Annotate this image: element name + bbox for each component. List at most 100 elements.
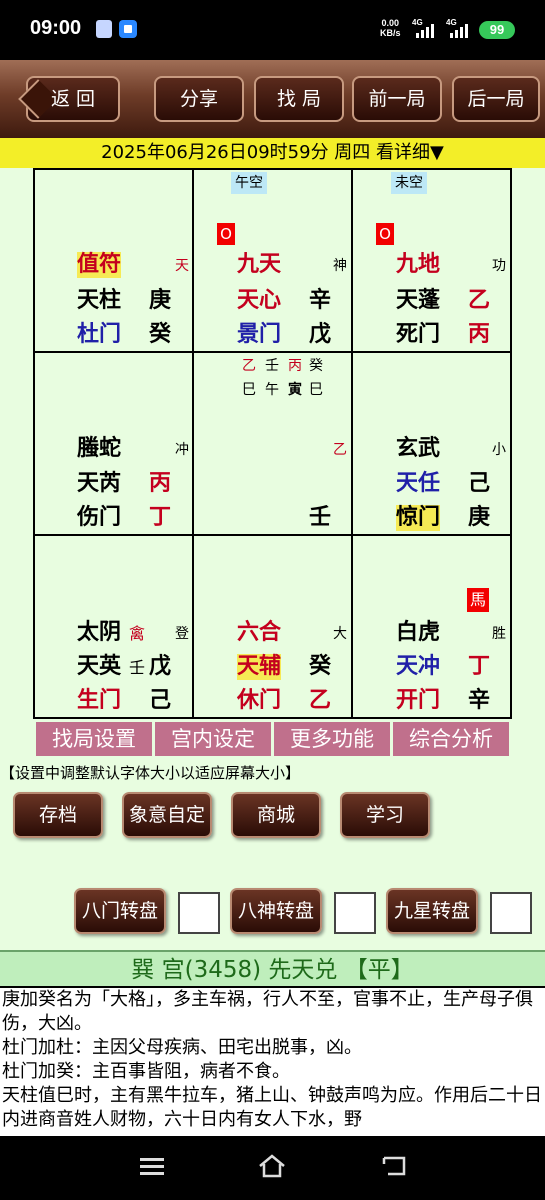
menu-icon[interactable] xyxy=(140,1158,164,1176)
menu-more-functions[interactable]: 更多功能 xyxy=(274,722,390,756)
description-line: 杜门加杜：主因父母疾病、田宅出脱事，凶。 xyxy=(2,1037,362,1058)
back-label: 返 回 xyxy=(50,88,96,110)
date-bar[interactable]: 2025年06月26日09时59分 周四 看详细▼ xyxy=(0,138,545,168)
cell4-door: 伤门 xyxy=(77,505,122,530)
cell6-star: 天任 xyxy=(396,471,441,496)
menu-analysis[interactable]: 综合分析 xyxy=(393,722,509,756)
center-branch-4: 巳 xyxy=(309,382,323,398)
star-rotate-button[interactable]: 九星转盘 xyxy=(386,888,478,934)
cell2-door: 景门 xyxy=(237,322,282,347)
meaning-custom-button[interactable]: 象意自定 xyxy=(122,792,212,838)
menu-palace-settings[interactable]: 宫内设定 xyxy=(155,722,271,756)
cell3-door: 死门 xyxy=(396,322,441,347)
notification-app-icon xyxy=(96,20,112,38)
cell7-door: 生门 xyxy=(77,688,122,713)
center-stem-1: 乙 xyxy=(242,358,256,374)
cell3-star-stem: 乙 xyxy=(468,288,491,313)
cell1-star-stem: 庚 xyxy=(149,288,172,313)
save-button[interactable]: 存档 xyxy=(13,792,103,838)
cell2-zero-badge: O xyxy=(217,223,235,245)
cell4-god: 螣蛇 xyxy=(77,436,122,461)
cell6-door: 惊门 xyxy=(396,505,441,531)
center-bottom-stem: 壬 xyxy=(309,505,332,530)
cell2-star-stem: 辛 xyxy=(309,288,332,313)
cell9-god: 白虎 xyxy=(396,620,441,645)
cell1-god-tag: 天 xyxy=(175,258,189,274)
cell8-god: 六合 xyxy=(237,620,282,645)
cell9-star: 天冲 xyxy=(396,654,441,679)
cell6-door-stem: 庚 xyxy=(468,505,491,530)
cell6-god: 玄武 xyxy=(396,436,441,461)
font-size-hint: 【设置中调整默认字体大小以适应屏幕大小】 xyxy=(0,764,301,782)
cell2-star: 天心 xyxy=(237,288,282,313)
cell2-kong: 午空 xyxy=(231,172,267,194)
center-mid-stem: 乙 xyxy=(333,442,347,458)
center-branch-3: 寅 xyxy=(288,382,302,398)
signal-1-icon: 4G xyxy=(412,18,440,40)
door-rotate-button[interactable]: 八门转盘 xyxy=(74,888,166,934)
cell9-star-stem: 丁 xyxy=(468,654,491,679)
cell3-god-tag: 功 xyxy=(492,258,506,274)
description-line: 天柱值巳时，主有黑牛拉车，猪上山、钟鼓声鸣为应。作用后二十日内进商音姓人财物，六… xyxy=(2,1085,542,1130)
cell2-door-stem: 戊 xyxy=(309,322,332,347)
home-icon[interactable] xyxy=(258,1154,286,1178)
net-type-1: 4G xyxy=(412,18,423,27)
cell4-god-tag: 冲 xyxy=(175,442,189,458)
cell1-god: 值符 xyxy=(77,252,122,278)
center-stem-3: 丙 xyxy=(288,358,302,374)
palace-title: 巽 宫(3458) 先天兑 【平】 xyxy=(0,950,545,986)
center-branch-2: 午 xyxy=(265,382,279,398)
cell4-star: 天芮 xyxy=(77,471,122,496)
network-speed: 0.00 KB/s xyxy=(380,18,401,38)
cell9-door-stem: 辛 xyxy=(468,688,491,713)
cell1-door: 杜门 xyxy=(77,322,122,347)
system-nav-bar xyxy=(0,1136,545,1200)
notification-app2-icon xyxy=(119,20,137,38)
net-type-2: 4G xyxy=(446,18,457,27)
status-time: 09:00 xyxy=(30,17,82,39)
cell8-star-stem: 癸 xyxy=(309,654,332,679)
cell3-zero-badge: O xyxy=(376,223,394,245)
star-rotate-checkbox[interactable] xyxy=(490,892,532,934)
cell6-god-tag: 小 xyxy=(492,442,506,458)
cell9-horse-badge: 馬 xyxy=(467,588,489,612)
cell7-star: 天英 xyxy=(77,654,122,679)
signal-2-icon: 4G xyxy=(446,18,474,40)
share-button[interactable]: 分享 xyxy=(154,76,244,122)
description-line: 庚加癸名为「大格」，多主车祸，行人不至，官事不止，生产母子俱伤，大凶。 xyxy=(2,989,533,1034)
status-bar: 09:00 0.00 KB/s 4G 4G 99 xyxy=(0,0,545,60)
cell7-god: 太阴 xyxy=(77,620,122,645)
cell7-star-stem: 戊 xyxy=(149,654,172,679)
description-line: 杜门加癸：主百事皆阻，病者不食。 xyxy=(2,1061,290,1082)
cell2-god: 九天 xyxy=(237,252,282,277)
prev-button[interactable]: 前一局 xyxy=(352,76,442,122)
menu-find-settings[interactable]: 找局设置 xyxy=(36,722,152,756)
learn-button[interactable]: 学习 xyxy=(340,792,430,838)
cell7-god-mark: 禽 xyxy=(129,624,146,643)
god-rotate-button[interactable]: 八神转盘 xyxy=(230,888,322,934)
cell8-star: 天辅 xyxy=(237,654,282,680)
cell2-god-tag: 神 xyxy=(333,258,347,274)
cell3-kong: 未空 xyxy=(391,172,427,194)
back-button[interactable]: 返 回 xyxy=(18,76,120,122)
cell3-star: 天蓬 xyxy=(396,288,441,313)
door-rotate-checkbox[interactable] xyxy=(178,892,220,934)
cell8-door: 休门 xyxy=(237,688,282,713)
cell4-star-stem: 丙 xyxy=(149,471,172,496)
next-button[interactable]: 后一局 xyxy=(452,76,540,122)
god-rotate-checkbox[interactable] xyxy=(334,892,376,934)
shop-button[interactable]: 商城 xyxy=(231,792,321,838)
cell8-god-tag: 大 xyxy=(333,626,347,642)
cell1-door-stem: 癸 xyxy=(149,322,172,347)
back-nav-icon[interactable] xyxy=(380,1154,408,1178)
toolbar: 返 回 分享 找 局 前一局 后一局 xyxy=(0,60,545,138)
cell3-god: 九地 xyxy=(396,252,441,277)
cell8-door-stem: 乙 xyxy=(309,688,332,713)
find-button[interactable]: 找 局 xyxy=(254,76,344,122)
cell3-door-stem: 丙 xyxy=(468,322,491,347)
cell9-door: 开门 xyxy=(396,688,441,713)
description-panel: 庚加癸名为「大格」，多主车祸，行人不至，官事不止，生产母子俱伤，大凶。 杜门加杜… xyxy=(0,988,545,1136)
cell7-door-stem: 己 xyxy=(149,688,172,713)
cell4-door-stem: 丁 xyxy=(149,505,172,530)
cell6-star-stem: 己 xyxy=(468,471,491,496)
